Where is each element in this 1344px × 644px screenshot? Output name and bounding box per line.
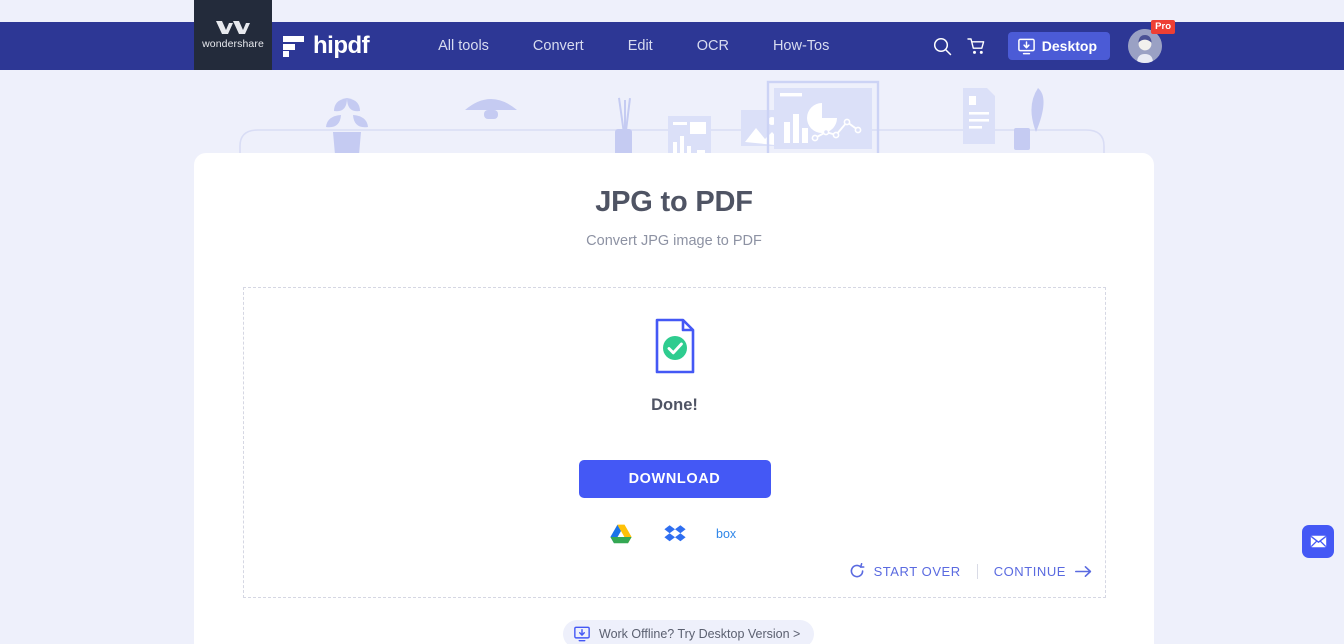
desktop-app-label: Desktop [1041,38,1097,54]
svg-text:box: box [716,527,737,541]
work-offline-pill[interactable]: Work Offline? Try Desktop Version > [563,620,815,644]
wondershare-logo-block[interactable]: wondershare [194,0,272,70]
dropbox-icon [663,525,686,542]
page-title: JPG to PDF [595,186,753,218]
nav-links: All tools Convert Edit OCR How-Tos [416,38,851,54]
work-offline-label: Work Offline? Try Desktop Version > [599,627,801,641]
desktop-app-button[interactable]: Desktop [1007,32,1110,60]
search-icon [934,37,952,55]
continue-label: CONTINUE [993,563,1066,579]
continue-button[interactable]: CONTINUE [994,564,1092,579]
wondershare-logo-mark [216,20,250,34]
status-text: Done! [651,396,698,414]
save-to-google-drive-button[interactable] [608,523,634,545]
hipdf-logo-mark [283,35,304,57]
document-check-icon [655,318,694,374]
result-actions: START OVER CONTINUE [849,563,1092,579]
account-avatar-button[interactable]: Pro [1128,20,1175,63]
cart-icon [967,37,985,54]
nav-left-group: hipdf All tools Convert Edit OCR How-Tos [283,32,851,60]
result-dropzone: Done! DOWNLOAD box START OVER CONTINUE [243,287,1106,598]
nav-link-ocr[interactable]: OCR [675,38,751,54]
pro-badge: Pro [1151,20,1175,34]
hipdf-logo[interactable]: hipdf [283,32,370,60]
wondershare-label: wondershare [202,37,264,50]
nav-link-all-tools[interactable]: All tools [416,38,511,54]
start-over-button[interactable]: START OVER [849,563,961,579]
actions-divider [976,563,978,579]
nav-link-convert[interactable]: Convert [511,38,606,54]
download-button[interactable]: DOWNLOAD [578,460,771,498]
arrow-right-icon [1075,565,1092,577]
page-subtitle: Convert JPG image to PDF [586,233,762,249]
tool-card: JPG to PDF Convert JPG image to PDF Done… [194,153,1154,644]
nav-link-how-tos[interactable]: How-Tos [751,38,851,54]
feedback-button[interactable] [1302,525,1334,558]
cart-button[interactable] [960,29,994,63]
start-over-label: START OVER [873,563,961,579]
nav-right-group: Desktop Pro [926,20,1175,63]
refresh-icon [850,563,865,578]
envelope-icon [1310,535,1326,548]
search-button[interactable] [926,29,960,63]
nav-link-edit[interactable]: Edit [606,38,675,54]
google-drive-icon [609,524,632,544]
cloud-save-options: box [608,523,742,545]
monitor-download-icon [574,626,590,642]
save-to-dropbox-button[interactable] [662,523,688,545]
save-to-box-button[interactable]: box [716,523,742,545]
user-avatar-icon [1128,29,1162,63]
monitor-download-icon [1017,38,1035,54]
hipdf-logo-text: hipdf [313,32,370,59]
box-icon: box [716,527,737,541]
